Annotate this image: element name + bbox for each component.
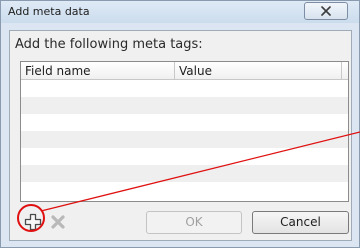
table-row[interactable]	[21, 182, 348, 199]
cancel-button[interactable]: Cancel	[252, 211, 349, 234]
ok-button[interactable]: OK	[146, 211, 242, 234]
remove-icon	[51, 215, 65, 229]
remove-tag-button[interactable]	[50, 214, 66, 230]
table-row[interactable]	[21, 131, 348, 148]
plus-icon	[24, 213, 42, 231]
close-button[interactable]	[304, 2, 348, 20]
prompt-label: Add the following meta tags:	[15, 37, 203, 52]
column-header-field-name[interactable]: Field name	[21, 62, 175, 80]
table-row[interactable]	[21, 114, 348, 131]
table-row[interactable]	[21, 97, 348, 114]
table-row[interactable]	[21, 148, 348, 165]
dialog-title: Add meta data	[8, 5, 90, 18]
close-icon	[321, 6, 331, 16]
meta-tags-table[interactable]: Field name Value	[20, 61, 349, 202]
add-tag-button[interactable]	[24, 213, 42, 231]
table-row[interactable]	[21, 165, 348, 182]
table-row[interactable]	[21, 80, 348, 97]
column-header-value[interactable]: Value	[175, 62, 342, 80]
table-header: Field name Value	[21, 62, 348, 80]
